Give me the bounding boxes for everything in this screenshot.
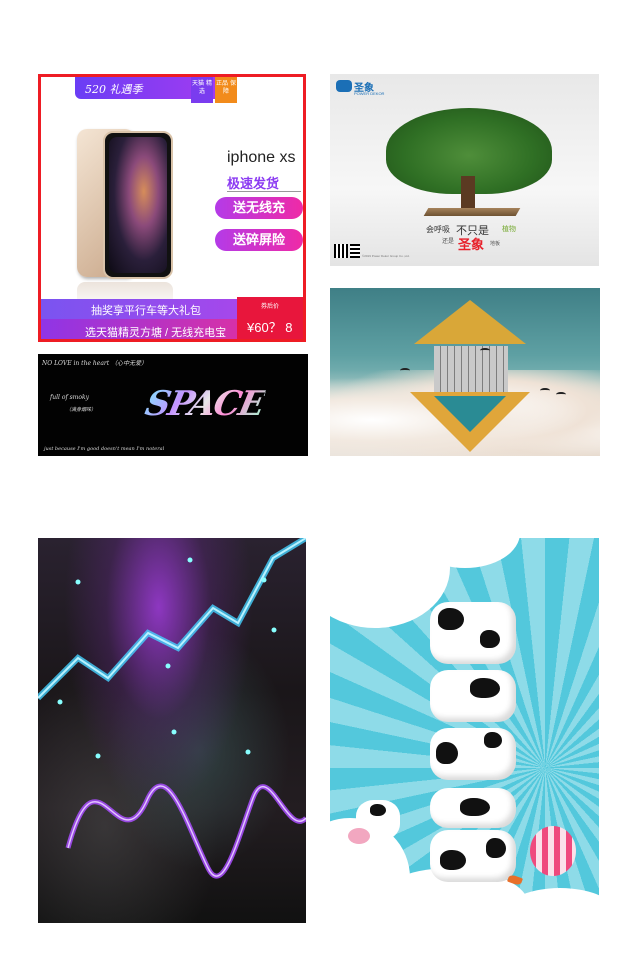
cow-letter-image <box>430 670 516 722</box>
abstract-art-tile[interactable] <box>38 538 306 923</box>
cow-letter-image <box>430 830 516 882</box>
gift-pill-insurance: 送碎屏险 <box>215 229 303 251</box>
tree-ad-tile[interactable]: 圣象 POWER DEKOR 会呼吸 不只是 植物 还是 圣象 地板 ©2019… <box>330 74 599 266</box>
golden-roof-image <box>414 300 526 344</box>
qr-code-icon <box>334 244 348 258</box>
hot-air-balloon-image <box>530 826 576 876</box>
cow-letter-image <box>430 788 516 828</box>
iphone-ad-tile[interactable]: 520 礼遇季 天猫 精选 正品 保障 iphone xs 极速发货 送无线充 … <box>38 74 306 342</box>
bird-icon <box>556 392 566 397</box>
brand-subtitle: POWER DEKOR <box>354 91 385 96</box>
cow-letter-image <box>430 602 516 664</box>
promo-text-2: 选天猫精灵方塘 / 无线充电宝 <box>85 327 227 339</box>
genuine-tag: 正品 保障 <box>215 77 237 103</box>
price-value: ¥60？ 8 <box>247 320 293 335</box>
tree-trunk-image <box>461 176 475 212</box>
slogan-line2-b: 圣象 <box>458 237 485 252</box>
lyric-bottom: just because I'm good doesn't mean I'm n… <box>44 446 165 452</box>
product-model: iphone xs <box>227 149 296 166</box>
phone-front-image <box>103 131 173 279</box>
tmall-tag: 天猫 精选 <box>191 77 213 103</box>
divider <box>227 191 301 192</box>
bird-icon <box>400 368 410 373</box>
apartment-building-image <box>434 346 508 392</box>
space-title: SPACE <box>141 384 268 424</box>
promo-text-1: 抽奖享平行车等大礼包 <box>91 305 201 317</box>
bird-icon <box>540 388 550 393</box>
lyric-top: NO LOVE in the heart （心中无爱） <box>42 360 148 367</box>
footnote: ©2019 Power Dekor Group Co.,Ltd. <box>362 254 410 258</box>
cow-letter-image <box>430 728 516 780</box>
lyric-mid-cn: （满身烟味） <box>66 407 97 413</box>
banner-text: 520 礼遇季 <box>85 83 143 96</box>
cow-nose-image <box>348 828 370 844</box>
teal-base-image <box>434 396 506 432</box>
price-box: 券后价 ¥60？ 8 <box>237 297 303 339</box>
bird-icon <box>480 348 490 353</box>
lyric-mid: full of smoky <box>50 394 89 401</box>
elephant-logo-icon <box>336 80 352 92</box>
slogan-line2-a: 还是 <box>442 239 455 245</box>
floor-slab-image <box>423 208 521 216</box>
price-label: 券后价 <box>261 304 280 310</box>
abstract-light-trails-image <box>38 538 306 879</box>
slogan-line1-c: 植物 <box>502 226 516 233</box>
slogan-line1-a: 会呼吸 <box>426 225 450 234</box>
headline: 极速发货 <box>227 176 280 191</box>
milk-art-tile[interactable] <box>330 538 599 921</box>
space-art-tile[interactable]: NO LOVE in the heart （心中无爱） full of smok… <box>38 354 308 456</box>
barcode-icon <box>350 244 360 258</box>
building-art-tile[interactable] <box>330 288 600 456</box>
gift-pill-charger: 送无线充 <box>215 197 303 219</box>
slogan-line2-c: 地板 <box>490 241 501 247</box>
